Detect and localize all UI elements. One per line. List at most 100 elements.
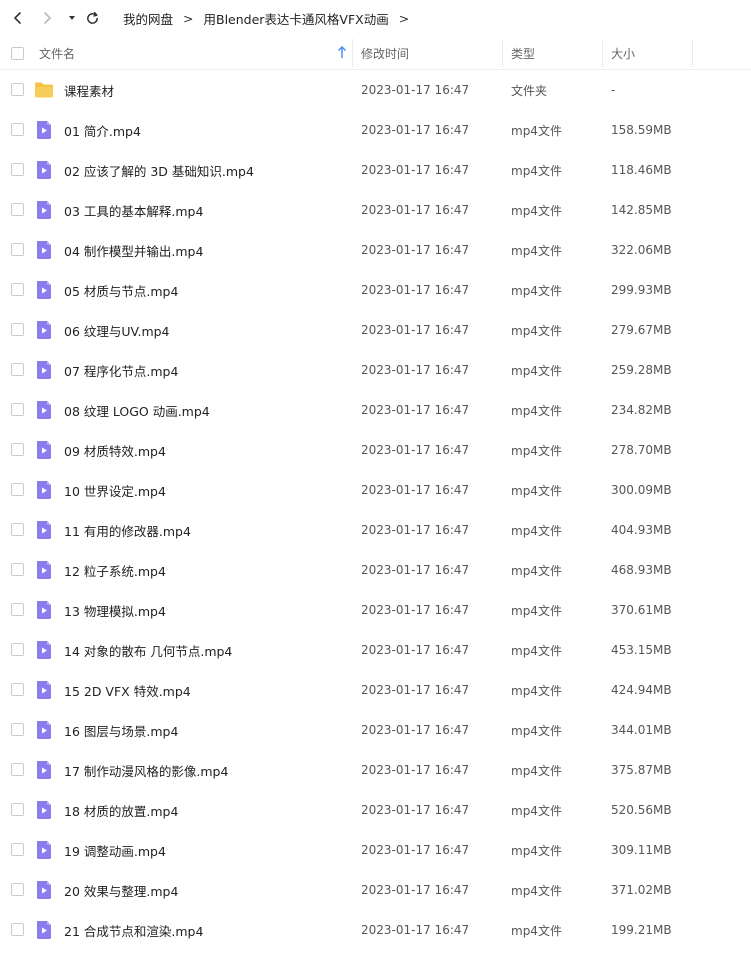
video-file-icon — [34, 920, 54, 940]
file-type: 文件夹 — [511, 83, 548, 98]
column-header-name[interactable]: 文件名 — [39, 37, 75, 69]
refresh-button[interactable] — [83, 9, 101, 27]
video-file-icon — [34, 160, 54, 180]
file-name[interactable]: 课程素材 — [64, 70, 114, 110]
column-header-modified[interactable]: 修改时间 — [361, 37, 409, 69]
file-row[interactable]: 18 材质的放置.mp4 2023-01-17 16:47 mp4文件 520.56M… — [0, 790, 751, 830]
file-row[interactable]: 06 纹理与UV.mp4 2023-01-17 16:47 mp4文件 279.67M… — [0, 310, 751, 350]
file-row[interactable]: 14 对象的散布 几何节点.mp4 2023-01-17 16:47 mp4文件 45… — [0, 630, 751, 670]
column-divider[interactable] — [502, 39, 503, 67]
file-name[interactable]: 21 合成节点和渲染.mp4 — [64, 910, 203, 950]
file-size: 259.28MB — [611, 363, 672, 377]
file-modified-time: 2023-01-17 16:47 — [361, 123, 470, 137]
file-size: 371.02MB — [611, 883, 672, 897]
file-row[interactable]: 03 工具的基本解释.mp4 2023-01-17 16:47 mp4文件 142.8… — [0, 190, 751, 230]
file-row[interactable]: 07 程序化节点.mp4 2023-01-17 16:47 mp4文件 259.28M… — [0, 350, 751, 390]
column-divider[interactable] — [602, 39, 603, 67]
row-checkbox[interactable] — [11, 83, 24, 96]
file-name[interactable]: 15 2D VFX 特效.mp4 — [64, 670, 191, 710]
file-type: mp4文件 — [511, 483, 562, 498]
row-checkbox[interactable] — [11, 323, 24, 336]
row-checkbox[interactable] — [11, 603, 24, 616]
breadcrumb-item-root[interactable]: 我的网盘 — [123, 9, 173, 28]
file-row[interactable]: 20 效果与整理.mp4 2023-01-17 16:47 mp4文件 371.02M… — [0, 870, 751, 910]
file-row[interactable]: 12 粒子系统.mp4 2023-01-17 16:47 mp4文件 468.93MB — [0, 550, 751, 590]
select-all-checkbox[interactable] — [11, 47, 24, 60]
row-checkbox[interactable] — [11, 563, 24, 576]
file-row[interactable]: 15 2D VFX 特效.mp4 2023-01-17 16:47 mp4文件 424… — [0, 670, 751, 710]
file-row[interactable]: 13 物理模拟.mp4 2023-01-17 16:47 mp4文件 370.61MB — [0, 590, 751, 630]
file-row[interactable]: 01 简介.mp4 2023-01-17 16:47 mp4文件 158.59MB — [0, 110, 751, 150]
video-file-icon — [34, 600, 54, 620]
file-name[interactable]: 19 调整动画.mp4 — [64, 830, 166, 870]
file-name[interactable]: 17 制作动漫风格的影像.mp4 — [64, 750, 228, 790]
file-row[interactable]: 02 应该了解的 3D 基础知识.mp4 2023-01-17 16:47 mp4文… — [0, 150, 751, 190]
file-row[interactable]: 05 材质与节点.mp4 2023-01-17 16:47 mp4文件 299.93M… — [0, 270, 751, 310]
file-name[interactable]: 02 应该了解的 3D 基础知识.mp4 — [64, 150, 254, 190]
file-row[interactable]: 04 制作模型并输出.mp4 2023-01-17 16:47 mp4文件 322.0… — [0, 230, 751, 270]
row-checkbox[interactable] — [11, 763, 24, 776]
forward-button[interactable] — [38, 9, 56, 27]
file-name[interactable]: 11 有用的修改器.mp4 — [64, 510, 191, 550]
column-header-modified-label: 修改时间 — [361, 46, 410, 61]
row-checkbox[interactable] — [11, 683, 24, 696]
history-dropdown-button[interactable] — [63, 9, 81, 27]
file-row[interactable]: 11 有用的修改器.mp4 2023-01-17 16:47 mp4文件 404.93… — [0, 510, 751, 550]
file-name[interactable]: 14 对象的散布 几何节点.mp4 — [64, 630, 232, 670]
column-header-size[interactable]: 大小 — [611, 37, 635, 69]
file-name[interactable]: 09 材质特效.mp4 — [64, 430, 166, 470]
row-checkbox[interactable] — [11, 923, 24, 936]
video-file-icon — [34, 880, 54, 900]
row-checkbox[interactable] — [11, 523, 24, 536]
file-row[interactable]: 08 纹理 LOGO 动画.mp4 2023-01-17 16:47 mp4文件 23… — [0, 390, 751, 430]
file-row[interactable]: 16 图层与场景.mp4 2023-01-17 16:47 mp4文件 344.01M… — [0, 710, 751, 750]
row-checkbox[interactable] — [11, 363, 24, 376]
file-name[interactable]: 18 材质的放置.mp4 — [64, 790, 178, 830]
file-modified-time: 2023-01-17 16:47 — [361, 723, 470, 737]
file-name[interactable]: 03 工具的基本解释.mp4 — [64, 190, 203, 230]
row-checkbox[interactable] — [11, 803, 24, 816]
column-divider[interactable] — [352, 39, 353, 67]
file-name[interactable]: 06 纹理与UV.mp4 — [64, 310, 170, 350]
breadcrumb-separator: > — [183, 11, 194, 26]
row-checkbox[interactable] — [11, 483, 24, 496]
row-checkbox[interactable] — [11, 443, 24, 456]
row-checkbox[interactable] — [11, 883, 24, 896]
file-row[interactable]: 09 材质特效.mp4 2023-01-17 16:47 mp4文件 278.70MB — [0, 430, 751, 470]
file-name[interactable]: 08 纹理 LOGO 动画.mp4 — [64, 390, 210, 430]
file-row[interactable]: 19 调整动画.mp4 2023-01-17 16:47 mp4文件 309.11MB — [0, 830, 751, 870]
file-name[interactable]: 16 图层与场景.mp4 — [64, 710, 178, 750]
row-checkbox[interactable] — [11, 403, 24, 416]
sort-up-arrow-icon[interactable] — [337, 46, 347, 62]
file-name[interactable]: 07 程序化节点.mp4 — [64, 350, 178, 390]
file-name[interactable]: 12 粒子系统.mp4 — [64, 550, 166, 590]
file-row[interactable]: 17 制作动漫风格的影像.mp4 2023-01-17 16:47 mp4文件 375… — [0, 750, 751, 790]
row-checkbox[interactable] — [11, 643, 24, 656]
file-row[interactable]: 课程素材 2023-01-17 16:47 文件夹 - — [0, 70, 751, 110]
file-modified-time: 2023-01-17 16:47 — [361, 203, 470, 217]
file-type: mp4文件 — [511, 283, 562, 298]
video-file-icon — [34, 120, 54, 140]
file-size: 279.67MB — [611, 323, 672, 337]
file-size: - — [611, 83, 616, 97]
file-name[interactable]: 10 世界设定.mp4 — [64, 470, 166, 510]
file-name[interactable]: 04 制作模型并输出.mp4 — [64, 230, 203, 270]
breadcrumb-item-current[interactable]: 用Blender表达卡通风格VFX动画 — [204, 9, 389, 28]
row-checkbox[interactable] — [11, 283, 24, 296]
back-button[interactable] — [9, 9, 27, 27]
file-name[interactable]: 13 物理模拟.mp4 — [64, 590, 166, 630]
row-checkbox[interactable] — [11, 843, 24, 856]
row-checkbox[interactable] — [11, 123, 24, 136]
video-file-icon — [34, 200, 54, 220]
file-name[interactable]: 05 材质与节点.mp4 — [64, 270, 178, 310]
row-checkbox[interactable] — [11, 163, 24, 176]
row-checkbox[interactable] — [11, 243, 24, 256]
file-row[interactable]: 10 世界设定.mp4 2023-01-17 16:47 mp4文件 300.09MB — [0, 470, 751, 510]
column-divider[interactable] — [692, 39, 693, 67]
file-name[interactable]: 20 效果与整理.mp4 — [64, 870, 178, 910]
file-name[interactable]: 01 简介.mp4 — [64, 110, 141, 150]
file-row[interactable]: 21 合成节点和渲染.mp4 2023-01-17 16:47 mp4文件 199.2… — [0, 910, 751, 950]
row-checkbox[interactable] — [11, 203, 24, 216]
row-checkbox[interactable] — [11, 723, 24, 736]
column-header-type[interactable]: 类型 — [511, 37, 535, 69]
